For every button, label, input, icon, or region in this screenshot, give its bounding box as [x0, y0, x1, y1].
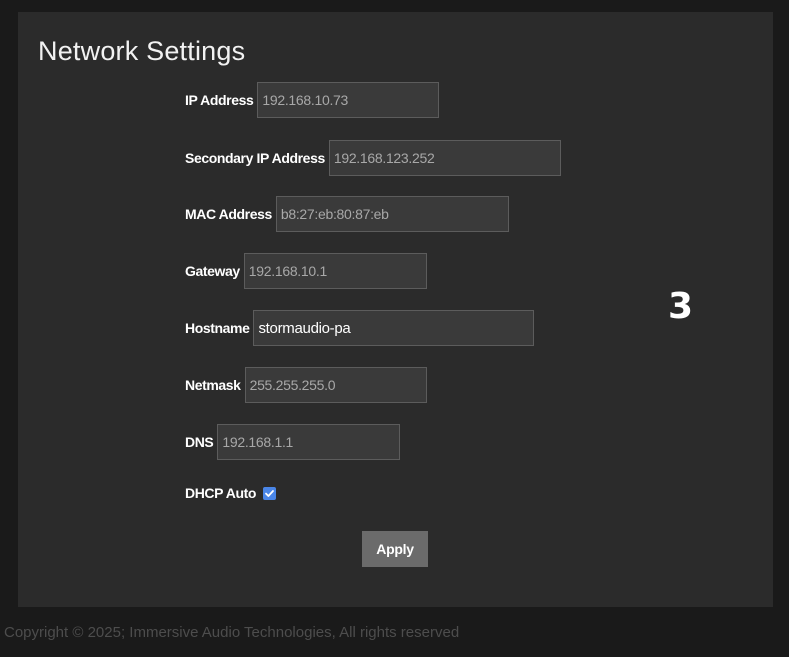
apply-button[interactable]: Apply [362, 531, 428, 567]
secondary-ip-address-row: Secondary IP Address [185, 140, 561, 176]
gateway-row: Gateway [185, 253, 427, 289]
secondary-ip-address-label: Secondary IP Address [185, 150, 325, 166]
copyright-footer: Copyright © 2025; Immersive Audio Techno… [4, 624, 460, 641]
dns-row: DNS [185, 424, 401, 460]
netmask-row: Netmask [185, 367, 427, 403]
hostname-label: Hostname [185, 320, 250, 336]
page-title: Network Settings [38, 36, 246, 66]
dns-input[interactable] [217, 424, 401, 460]
checkmark-icon [265, 489, 274, 497]
gateway-input[interactable] [243, 253, 427, 289]
ip-address-label: IP Address [185, 92, 254, 108]
mac-address-input[interactable] [275, 196, 509, 232]
hostname-row: Hostname [185, 310, 535, 346]
dns-label: DNS [185, 434, 214, 450]
netmask-input[interactable] [244, 367, 427, 403]
dhcp-auto-checkbox[interactable] [263, 486, 277, 500]
mac-address-row: MAC Address [185, 196, 509, 232]
mac-address-label: MAC Address [185, 206, 272, 222]
ip-address-row: IP Address [185, 82, 440, 118]
annotation-number: 3 [668, 286, 694, 327]
hostname-input[interactable] [253, 310, 535, 346]
dhcp-auto-label: DHCP Auto [185, 485, 257, 501]
netmask-label: Netmask [185, 377, 241, 393]
network-settings-page: Network Settings IP Address Secondary IP… [0, 0, 789, 657]
ip-address-input[interactable] [257, 82, 440, 118]
secondary-ip-address-input[interactable] [328, 140, 561, 176]
gateway-label: Gateway [185, 263, 240, 279]
dhcp-auto-row: DHCP Auto [185, 482, 277, 504]
